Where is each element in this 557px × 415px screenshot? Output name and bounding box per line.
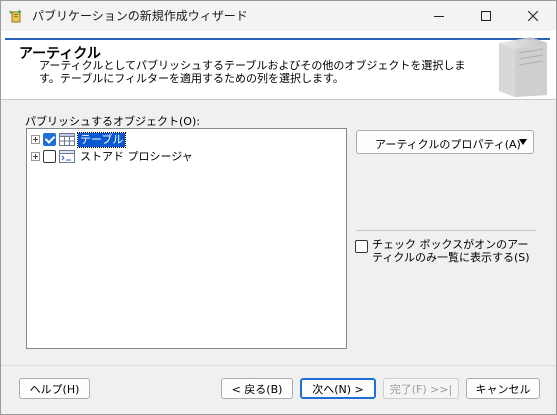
expand-icon[interactable] — [31, 152, 40, 161]
stored-procedures-checkbox[interactable] — [43, 150, 56, 163]
header-accent-bar — [5, 38, 550, 40]
minimize-icon — [434, 16, 444, 17]
help-button[interactable]: ヘルプ(H) — [19, 378, 90, 399]
tree-node-label[interactable]: ストアド プロシージャ — [78, 150, 195, 164]
divider — [356, 230, 536, 231]
stored-procedure-icon — [59, 150, 75, 163]
book-graphic-icon — [499, 37, 547, 97]
close-icon — [528, 11, 538, 21]
show-only-checked-checkbox[interactable] — [355, 240, 368, 253]
tree-node-label[interactable]: テーブル — [76, 131, 127, 148]
tree-node-stored-procedures[interactable]: ストアド プロシージャ — [31, 148, 195, 165]
dropdown-arrow-icon — [519, 139, 527, 145]
article-properties-dropdown[interactable]: アーティクルのプロパティ(A) — [356, 130, 534, 154]
title-bar[interactable]: パブリケーションの新規作成ウィザード — [1, 1, 556, 31]
next-button[interactable]: 次へ(N) > — [300, 378, 376, 399]
maximize-icon — [481, 11, 491, 21]
article-properties-label: アーティクルのプロパティ(A) — [375, 138, 521, 151]
wizard-window: パブリケーションの新規作成ウィザード アーティクル アーティクルとしてパブリッシ… — [0, 0, 557, 415]
back-button[interactable]: < 戻る(B) — [221, 378, 293, 399]
tree-node-tables[interactable]: テーブル — [31, 131, 127, 148]
table-icon — [59, 133, 75, 146]
cancel-button[interactable]: キャンセル — [466, 378, 540, 399]
minimize-button[interactable] — [416, 1, 462, 31]
finish-button[interactable]: 完了(F) >>| — [383, 378, 459, 399]
tables-checkbox[interactable] — [43, 133, 56, 146]
app-icon — [9, 8, 25, 24]
wizard-header: アーティクル アーティクルとしてパブリッシュするテーブルおよびその他のオブジェク… — [1, 31, 556, 100]
close-button[interactable] — [510, 1, 556, 31]
show-only-checked-label[interactable]: チェック ボックスがオンのアーティクルのみ一覧に表示する(S) — [372, 238, 534, 264]
page-description: アーティクルとしてパブリッシュするテーブルおよびその他のオブジェクトを選択します… — [39, 59, 466, 85]
maximize-button[interactable] — [463, 1, 509, 31]
expand-icon[interactable] — [31, 135, 40, 144]
objects-to-publish-label: パブリッシュするオブジェクト(O): — [25, 115, 200, 128]
window-title: パブリケーションの新規作成ウィザード — [32, 9, 248, 23]
footer-divider — [1, 365, 556, 366]
objects-tree[interactable]: テーブル ストアド プロシージャ — [26, 128, 347, 349]
